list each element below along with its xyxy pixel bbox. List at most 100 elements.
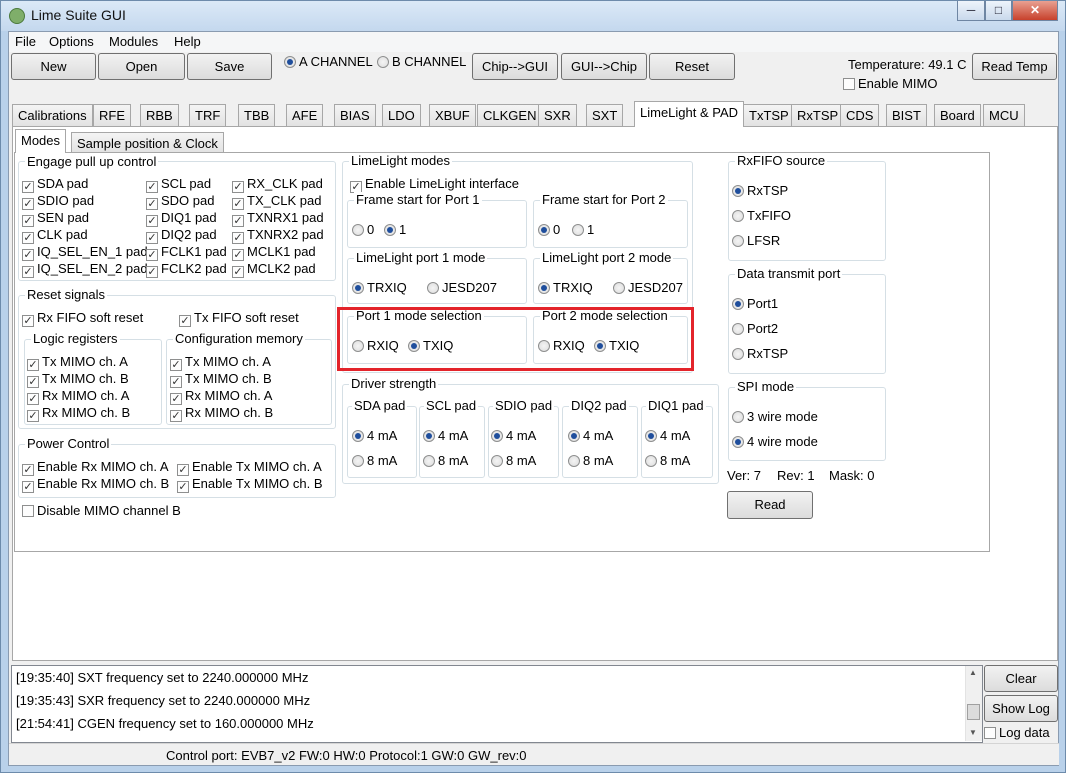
diq2-8ma-radio[interactable]: 8 mA [568, 453, 613, 468]
sda-pad-checkbox[interactable]: ✓ SDA pad [22, 176, 88, 193]
txport-port1-radio[interactable]: Port1 [732, 296, 778, 311]
log-scrollbar[interactable]: ▲ ▼ [965, 666, 982, 741]
menu-options[interactable]: Options [49, 34, 94, 49]
fs2-0-radio[interactable]: 0 [538, 222, 560, 237]
chip-to-gui-button[interactable]: Chip-->GUI [472, 53, 558, 80]
log-data-checkbox[interactable]: Log data [984, 725, 1050, 740]
tx-clk-pad-checkbox[interactable]: ✓ TX_CLK pad [232, 193, 321, 210]
port2-jesd-radio[interactable]: JESD207 [613, 280, 683, 295]
maximize-button[interactable]: □ [985, 1, 1012, 21]
subtab-modes[interactable]: Modes [15, 129, 67, 153]
tab-xbuf[interactable]: XBUF [429, 104, 476, 126]
menu-file[interactable]: File [15, 34, 36, 49]
logic-tx-b-checkbox[interactable]: ✓ Tx MIMO ch. B [27, 371, 129, 388]
diq2-pad-checkbox[interactable]: ✓ DIQ2 pad [146, 227, 217, 244]
tab-cds[interactable]: CDS [840, 104, 880, 126]
logic-rx-b-checkbox[interactable]: ✓ Rx MIMO ch. B [27, 405, 130, 422]
tab-afe[interactable]: AFE [286, 104, 324, 126]
tab-rxtsp[interactable]: RxTSP [791, 104, 845, 126]
scl-4ma-radio[interactable]: 4 mA [423, 428, 468, 443]
txport-port2-radio[interactable]: Port2 [732, 321, 778, 336]
spi-4wire-radio[interactable]: 4 wire mode [732, 434, 818, 449]
enable-rx-mimo-b-checkbox[interactable]: ✓ Enable Rx MIMO ch. B [22, 476, 169, 493]
show-log-button[interactable]: Show Log [984, 695, 1058, 722]
tab-trf[interactable]: TRF [189, 104, 227, 126]
read-version-button[interactable]: Read [727, 491, 813, 519]
tab-ldo[interactable]: LDO [382, 104, 421, 126]
menu-modules[interactable]: Modules [109, 34, 158, 49]
sdio-4ma-radio[interactable]: 4 mA [491, 428, 536, 443]
enable-limelight-checkbox[interactable]: ✓ Enable LimeLight interface [350, 176, 519, 193]
mclk2-pad-checkbox[interactable]: ✓ MCLK2 pad [232, 261, 316, 278]
diq1-8ma-radio[interactable]: 8 mA [645, 453, 690, 468]
tab-tbb[interactable]: TBB [238, 104, 276, 126]
sda-8ma-radio[interactable]: 8 mA [352, 453, 397, 468]
scroll-thumb[interactable] [967, 704, 980, 720]
tab-sxr[interactable]: SXR [538, 104, 577, 126]
channel-a-radio[interactable]: A CHANNEL [284, 54, 373, 69]
config-rx-a-checkbox[interactable]: ✓ Rx MIMO ch. A [170, 388, 272, 405]
clk-pad-checkbox[interactable]: ✓ CLK pad [22, 227, 88, 244]
diq1-4ma-radio[interactable]: 4 mA [645, 428, 690, 443]
iq-sel-en-1-checkbox[interactable]: ✓ IQ_SEL_EN_1 pad [22, 244, 148, 261]
rxfifo-lfsr-radio[interactable]: LFSR [732, 233, 780, 248]
new-button[interactable]: New [11, 53, 96, 80]
rxfifo-rxtsp-radio[interactable]: RxTSP [732, 183, 788, 198]
sdio-pad-checkbox[interactable]: ✓ SDIO pad [22, 193, 94, 210]
scroll-up-icon[interactable]: ▲ [969, 668, 977, 677]
fclk1-pad-checkbox[interactable]: ✓ FCLK1 pad [146, 244, 227, 261]
logic-tx-a-checkbox[interactable]: ✓ Tx MIMO ch. A [27, 354, 128, 371]
minimize-button[interactable]: ─ [957, 1, 985, 21]
tab-board[interactable]: Board [934, 104, 981, 126]
iq-sel-en-2-checkbox[interactable]: ✓ IQ_SEL_EN_2 pad [22, 261, 148, 278]
logic-rx-a-checkbox[interactable]: ✓ Rx MIMO ch. A [27, 388, 129, 405]
disable-mimo-b-checkbox[interactable]: Disable MIMO channel B [22, 503, 181, 518]
tab-calibrations[interactable]: Calibrations [12, 104, 93, 126]
tab-mcu[interactable]: MCU [983, 104, 1025, 126]
txnrx2-pad-checkbox[interactable]: ✓ TXNRX2 pad [232, 227, 324, 244]
save-button[interactable]: Save [187, 53, 272, 80]
reset-button[interactable]: Reset [649, 53, 735, 80]
config-tx-b-checkbox[interactable]: ✓ Tx MIMO ch. B [170, 371, 272, 388]
scroll-down-icon[interactable]: ▼ [969, 728, 977, 737]
tab-bias[interactable]: BIAS [334, 104, 376, 126]
diq1-pad-checkbox[interactable]: ✓ DIQ1 pad [146, 210, 217, 227]
txport-rxtsp-radio[interactable]: RxTSP [732, 346, 788, 361]
sdo-pad-checkbox[interactable]: ✓ SDO pad [146, 193, 214, 210]
fclk2-pad-checkbox[interactable]: ✓ FCLK2 pad [146, 261, 227, 278]
port2-trxiq-radio[interactable]: TRXIQ [538, 280, 593, 295]
rx-clk-pad-checkbox[interactable]: ✓ RX_CLK pad [232, 176, 323, 193]
enable-rx-mimo-a-checkbox[interactable]: ✓ Enable Rx MIMO ch. A [22, 459, 169, 476]
mclk1-pad-checkbox[interactable]: ✓ MCLK1 pad [232, 244, 316, 261]
tab-clkgen[interactable]: CLKGEN [477, 104, 543, 126]
read-temp-button[interactable]: Read Temp [972, 53, 1057, 80]
config-tx-a-checkbox[interactable]: ✓ Tx MIMO ch. A [170, 354, 271, 371]
scl-pad-checkbox[interactable]: ✓ SCL pad [146, 176, 211, 193]
diq2-4ma-radio[interactable]: 4 mA [568, 428, 613, 443]
enable-tx-mimo-a-checkbox[interactable]: ✓ Enable Tx MIMO ch. A [177, 459, 322, 476]
tx-fifo-reset-checkbox[interactable]: ✓ Tx FIFO soft reset [179, 310, 299, 327]
tab-sxt[interactable]: SXT [586, 104, 624, 126]
config-rx-b-checkbox[interactable]: ✓ Rx MIMO ch. B [170, 405, 273, 422]
fs1-1-radio[interactable]: 1 [384, 222, 406, 237]
sda-4ma-radio[interactable]: 4 mA [352, 428, 397, 443]
close-button[interactable]: ✕ [1012, 1, 1058, 21]
subtab-sample-position[interactable]: Sample position & Clock [71, 132, 224, 153]
rxfifo-txfifo-radio[interactable]: TxFIFO [732, 208, 791, 223]
txnrx1-pad-checkbox[interactable]: ✓ TXNRX1 pad [232, 210, 324, 227]
tab-limelight-pad[interactable]: LimeLight & PAD [634, 101, 745, 127]
rx-fifo-reset-checkbox[interactable]: ✓ Rx FIFO soft reset [22, 310, 143, 327]
fs2-1-radio[interactable]: 1 [572, 222, 594, 237]
clear-log-button[interactable]: Clear [984, 665, 1058, 692]
gui-to-chip-button[interactable]: GUI-->Chip [561, 53, 647, 80]
tab-rfe[interactable]: RFE [93, 104, 131, 126]
spi-3wire-radio[interactable]: 3 wire mode [732, 409, 818, 424]
enable-mimo-checkbox[interactable]: Enable MIMO [843, 76, 937, 91]
log-area[interactable]: [19:35:40] SXT frequency set to 2240.000… [11, 665, 983, 743]
sdio-8ma-radio[interactable]: 8 mA [491, 453, 536, 468]
fs1-0-radio[interactable]: 0 [352, 222, 374, 237]
tab-txtsp[interactable]: TxTSP [743, 104, 795, 126]
scl-8ma-radio[interactable]: 8 mA [423, 453, 468, 468]
tab-bist[interactable]: BIST [886, 104, 927, 126]
port1-trxiq-radio[interactable]: TRXIQ [352, 280, 407, 295]
